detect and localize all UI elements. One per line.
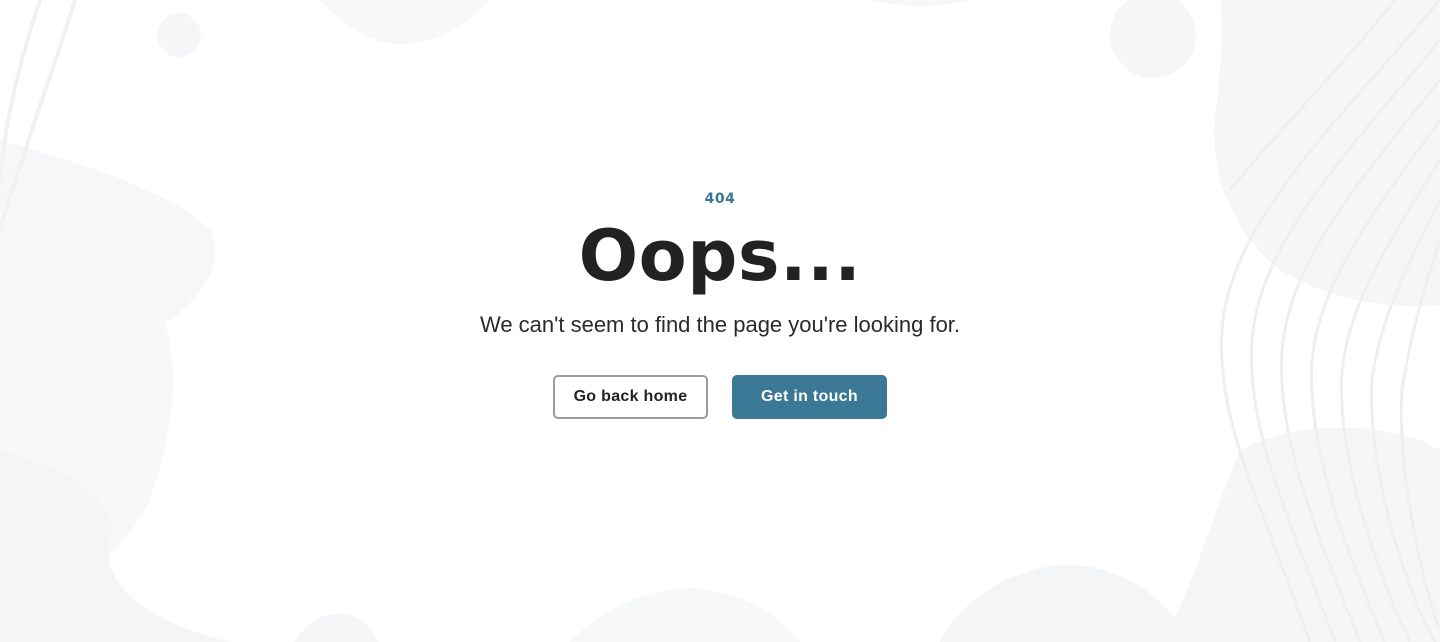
error-message: We can't seem to find the page you're lo…	[479, 312, 961, 337]
error-page-content: 404 Oops... We can't seem to find the pa…	[0, 0, 1440, 642]
error-code: 404	[704, 191, 736, 207]
get-in-touch-button[interactable]: Get in touch	[732, 375, 887, 419]
go-back-home-button[interactable]: Go back home	[553, 375, 708, 419]
page-title: Oops...	[578, 215, 862, 297]
